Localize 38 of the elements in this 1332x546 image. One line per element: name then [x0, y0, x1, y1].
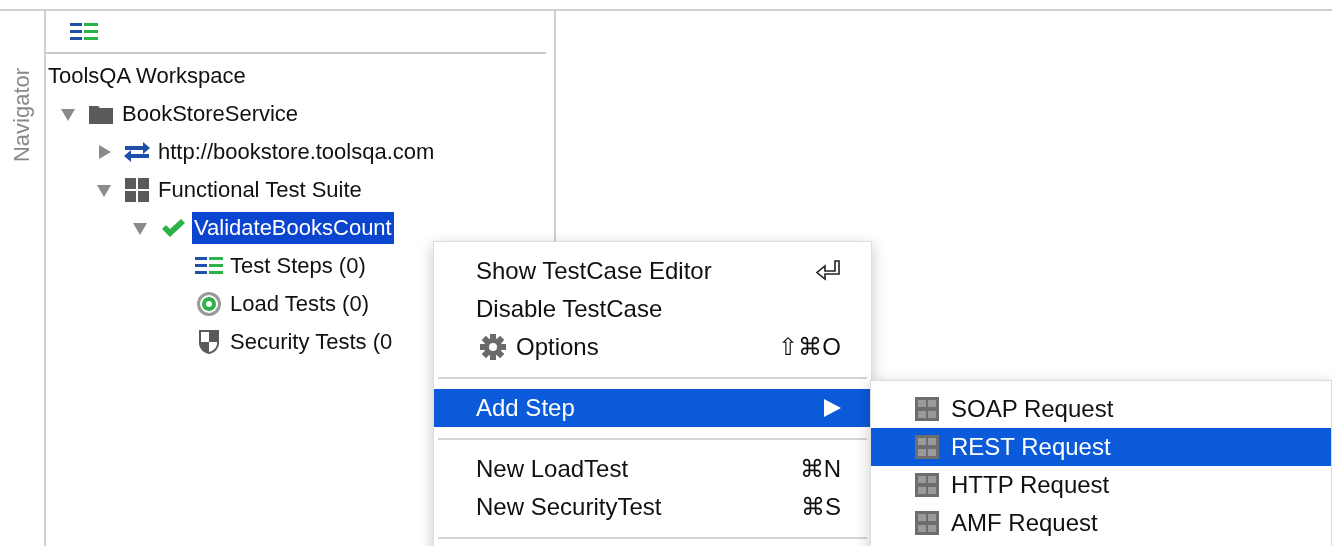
tree-item[interactable]: http://bookstore.toolsqa.com: [156, 136, 437, 168]
check-icon: [161, 219, 185, 237]
collapse-arrow-icon[interactable]: [60, 106, 76, 122]
collapse-arrow-icon[interactable]: [96, 182, 112, 198]
menu-item[interactable]: New SecurityTest ⌘S: [434, 488, 871, 526]
menu-item[interactable]: REST Request: [871, 428, 1331, 466]
shield-icon: [198, 329, 220, 355]
menu-item[interactable]: New LoadTest ⌘N: [434, 450, 871, 488]
tree-item[interactable]: Load Tests (0): [228, 288, 371, 320]
request-icon: [915, 473, 939, 497]
request-icon: [915, 511, 939, 535]
folder-icon: [89, 104, 113, 124]
tree-item[interactable]: Security Tests (0: [228, 326, 395, 358]
request-icon: [915, 397, 939, 421]
menu-item[interactable]: Disable TestCase: [434, 290, 871, 328]
list-icon: [195, 257, 223, 275]
menu-item[interactable]: Add Step: [434, 389, 871, 427]
collapse-arrow-icon[interactable]: [132, 220, 148, 236]
gear-icon: [480, 334, 506, 360]
gauge-icon: [196, 291, 222, 317]
tree-item[interactable]: BookStoreService: [120, 98, 301, 130]
grid-icon: [125, 178, 149, 202]
submenu-arrow-icon: [823, 399, 841, 417]
workspace-label[interactable]: ToolsQA Workspace: [46, 60, 248, 92]
menu-item[interactable]: Show TestCase Editor: [434, 252, 871, 290]
menu-item[interactable]: SOAP Request: [871, 390, 1331, 428]
menu-item[interactable]: AMF Request: [871, 504, 1331, 542]
exchange-arrows-icon: [123, 141, 151, 163]
return-key-icon: [815, 259, 841, 283]
expand-arrow-icon[interactable]: [96, 144, 112, 160]
request-icon: [915, 435, 939, 459]
tree-item[interactable]: Test Steps (0): [228, 250, 368, 282]
tree-item[interactable]: ValidateBooksCount: [192, 212, 394, 244]
tree-item[interactable]: Functional Test Suite: [156, 174, 364, 206]
list-icon[interactable]: [70, 22, 98, 41]
navigator-tab[interactable]: Navigator: [0, 11, 46, 546]
menu-item[interactable]: HTTP Request: [871, 466, 1331, 504]
menu-item[interactable]: Options ⇧⌘O: [434, 328, 871, 366]
